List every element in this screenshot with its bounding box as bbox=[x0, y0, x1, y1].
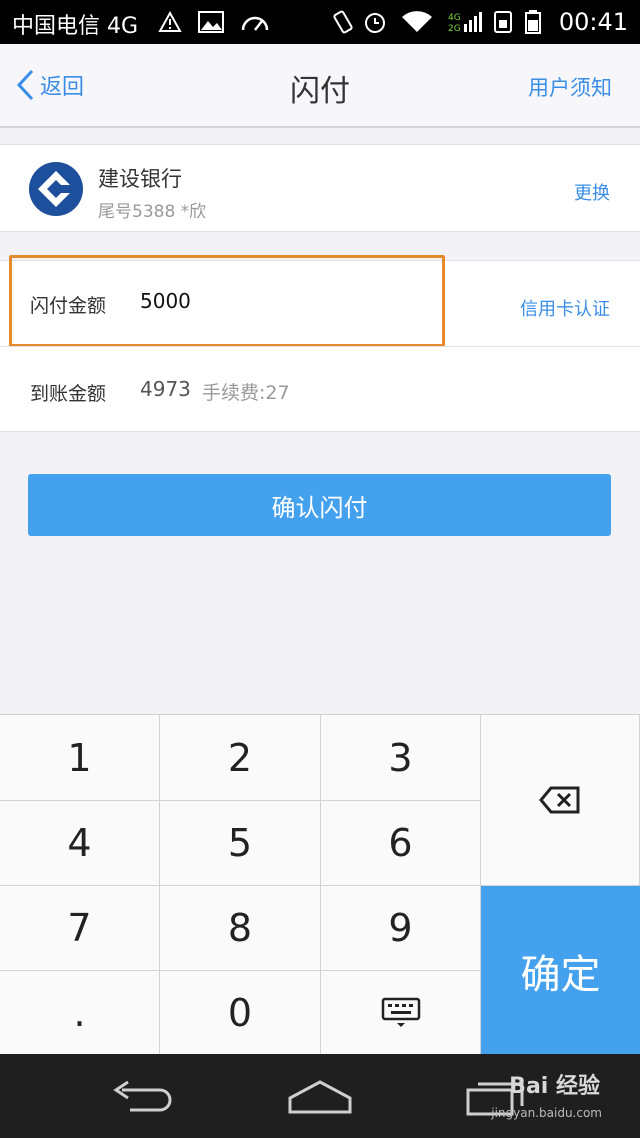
ok-key[interactable]: 确定 bbox=[481, 886, 640, 1055]
backspace-key[interactable] bbox=[481, 715, 640, 886]
battery-icon bbox=[524, 10, 542, 34]
alarm-icon bbox=[362, 10, 388, 34]
fee-label: 手续费:27 bbox=[202, 382, 290, 404]
system-back-button[interactable] bbox=[110, 1080, 174, 1120]
clock: 00:41 bbox=[558, 8, 628, 36]
back-arrow-icon bbox=[113, 1080, 172, 1112]
image-icon bbox=[198, 10, 224, 34]
system-home-button[interactable] bbox=[286, 1078, 354, 1120]
key-1[interactable]: 1 bbox=[0, 715, 160, 801]
key-0[interactable]: 0 bbox=[160, 971, 321, 1055]
key-3[interactable]: 3 bbox=[321, 715, 481, 801]
ccb-logo-icon bbox=[28, 161, 84, 217]
card-detail: 尾号5388 *欣 bbox=[98, 202, 207, 222]
home-icon bbox=[288, 1080, 352, 1114]
back-label: 返回 bbox=[40, 75, 85, 100]
svg-text:4G: 4G bbox=[448, 13, 461, 23]
bank-name: 建设银行 bbox=[98, 167, 182, 191]
warning-icon bbox=[158, 10, 182, 34]
wifi-icon bbox=[400, 10, 434, 34]
keyboard-icon bbox=[381, 997, 420, 1027]
key-8[interactable]: 8 bbox=[160, 886, 321, 971]
navigation-bar: 返回 闪付 用户须知 bbox=[0, 44, 640, 128]
key-9[interactable]: 9 bbox=[321, 886, 481, 971]
arrival-label: 到账金额 bbox=[30, 383, 107, 405]
backspace-icon bbox=[539, 786, 580, 814]
sim-icon bbox=[492, 10, 514, 34]
numeric-keypad: 1 2 3 4 5 6 7 8 9 确定 . 0 bbox=[0, 714, 640, 1055]
signal-icon: 4G 2G bbox=[448, 10, 488, 34]
hide-keyboard-key[interactable] bbox=[321, 971, 481, 1055]
chevron-left-icon bbox=[16, 69, 34, 101]
arrival-row: 到账金额 4973 手续费:27 bbox=[0, 346, 640, 432]
svg-text:2G: 2G bbox=[448, 24, 461, 34]
key-6[interactable]: 6 bbox=[321, 801, 481, 886]
amount-row: 闪付金额 5000 信用卡认证 bbox=[0, 255, 640, 347]
vibrate-icon bbox=[330, 10, 356, 34]
speedometer-icon bbox=[240, 10, 270, 34]
key-4[interactable]: 4 bbox=[0, 801, 160, 886]
amount-input[interactable]: 5000 bbox=[140, 289, 191, 313]
baidu-watermark-url: jingyan.baidu.com bbox=[491, 1106, 602, 1120]
baidu-watermark: Bai 经验 bbox=[509, 1074, 600, 1099]
key-5[interactable]: 5 bbox=[160, 801, 321, 886]
key-2[interactable]: 2 bbox=[160, 715, 321, 801]
user-notice-link[interactable]: 用户须知 bbox=[528, 72, 612, 102]
status-bar: 中国电信 4G 4G 2G 00:41 bbox=[0, 0, 640, 44]
back-button[interactable]: 返回 bbox=[14, 68, 84, 102]
amount-label: 闪付金额 bbox=[30, 295, 107, 317]
key-7[interactable]: 7 bbox=[0, 886, 160, 971]
key-dot[interactable]: . bbox=[0, 971, 160, 1055]
confirm-pay-button[interactable]: 确认闪付 bbox=[28, 474, 611, 536]
arrival-amount: 4973 bbox=[140, 377, 191, 401]
change-card-button[interactable]: 更换 bbox=[574, 179, 610, 205]
carrier-label: 中国电信 4G bbox=[12, 14, 139, 39]
bank-card-row[interactable]: 建设银行 尾号5388 *欣 更换 bbox=[0, 144, 640, 232]
credit-card-auth-link[interactable]: 信用卡认证 bbox=[520, 295, 610, 321]
